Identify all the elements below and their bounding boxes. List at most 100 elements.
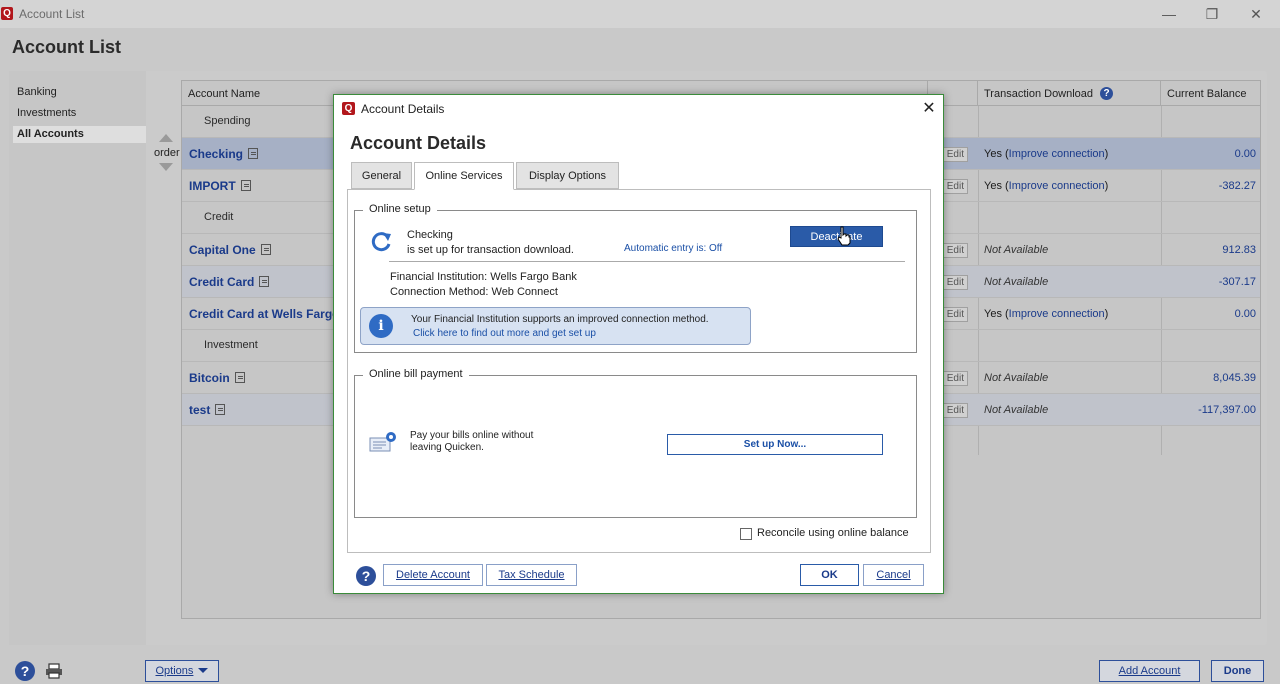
- minimize-button[interactable]: —: [1157, 4, 1181, 24]
- sidebar-item-banking[interactable]: Banking: [13, 84, 57, 101]
- current-balance: -117,397.00: [1198, 404, 1256, 416]
- edit-button[interactable]: Edit: [940, 403, 968, 418]
- divider: [389, 261, 905, 262]
- sidebar: [9, 71, 146, 645]
- transaction-download-status: Yes (Improve connection): [984, 180, 1109, 192]
- current-balance: 0.00: [1234, 308, 1256, 320]
- transaction-download-label: Transaction Download: [984, 88, 1094, 100]
- options-button[interactable]: Options: [145, 660, 219, 682]
- bill-payment-legend: Online bill payment: [363, 368, 469, 380]
- help-icon[interactable]: ?: [1100, 87, 1114, 100]
- bill-payment-line2: leaving Quicken.: [410, 442, 484, 453]
- transaction-download-status: Yes (Improve connection): [984, 148, 1109, 160]
- bill-payment-icon: [369, 432, 396, 452]
- order-control: order: [150, 130, 182, 176]
- improve-connection-link[interactable]: Improve connection: [1009, 308, 1105, 320]
- account-name[interactable]: test: [189, 403, 226, 417]
- help-icon[interactable]: ?: [15, 661, 35, 681]
- help-icon[interactable]: ?: [356, 566, 376, 586]
- tab-display-options[interactable]: Display Options: [516, 162, 619, 189]
- setup-account-name: Checking: [407, 229, 453, 241]
- column-header-transaction-download[interactable]: Transaction Download ?: [978, 81, 1161, 105]
- account-details-dialog: Q Account Details ✕ Account Details Gene…: [333, 94, 944, 594]
- edit-button[interactable]: Edit: [940, 179, 968, 194]
- refresh-icon: [371, 232, 391, 252]
- financial-institution-label: Financial Institution: Wells Fargo Bank: [390, 271, 577, 283]
- add-account-button[interactable]: Add Account: [1099, 660, 1200, 682]
- group-label: Credit: [204, 211, 234, 223]
- tab-online-services[interactable]: Online Services: [414, 162, 514, 190]
- chevron-down-icon: [198, 668, 209, 673]
- sidebar-item-investments[interactable]: Investments: [13, 105, 76, 122]
- improve-connection-link[interactable]: Improve connection: [1009, 148, 1105, 160]
- notes-icon[interactable]: [215, 404, 226, 415]
- move-down-icon[interactable]: [159, 163, 173, 171]
- notes-icon[interactable]: [260, 244, 271, 255]
- bill-payment-line1: Pay your bills online without: [410, 430, 534, 441]
- options-label: Options: [155, 665, 194, 677]
- account-name[interactable]: Capital One: [189, 243, 271, 257]
- current-balance: 8,045.39: [1213, 372, 1256, 384]
- edit-button[interactable]: Edit: [940, 307, 968, 322]
- ok-button[interactable]: OK: [800, 564, 859, 586]
- cancel-button[interactable]: Cancel: [863, 564, 924, 586]
- edit-button[interactable]: Edit: [940, 275, 968, 290]
- edit-button[interactable]: Edit: [940, 243, 968, 258]
- notes-icon[interactable]: [259, 276, 270, 287]
- quicken-logo-icon: Q: [1, 7, 13, 20]
- account-name[interactable]: Checking: [189, 147, 259, 161]
- transaction-download-status: Not Available: [984, 372, 1049, 384]
- tax-schedule-button[interactable]: Tax Schedule: [486, 564, 577, 586]
- quicken-logo-icon: Q: [342, 102, 355, 115]
- notes-icon[interactable]: [248, 148, 259, 159]
- order-label: order: [154, 147, 180, 159]
- page-title: Account List: [12, 37, 122, 57]
- sidebar-item-all-accounts[interactable]: All Accounts: [13, 126, 146, 143]
- account-name[interactable]: IMPORT: [189, 179, 251, 193]
- improved-connection-banner[interactable]: i Your Financial Institution supports an…: [360, 307, 751, 345]
- hand-cursor-icon: [837, 226, 851, 246]
- move-up-icon[interactable]: [159, 134, 173, 142]
- print-icon[interactable]: [45, 663, 63, 679]
- notes-icon[interactable]: [234, 372, 245, 383]
- account-name[interactable]: Credit Card at Wells Fargo B: [189, 307, 351, 321]
- connection-method-label: Connection Method: Web Connect: [390, 286, 558, 298]
- transaction-download-status: Not Available: [984, 244, 1049, 256]
- banner-message: Your Financial Institution supports an i…: [411, 314, 709, 325]
- current-balance: -382.27: [1218, 180, 1256, 192]
- column-header-current-balance[interactable]: Current Balance: [1161, 81, 1261, 105]
- edit-button[interactable]: Edit: [940, 371, 968, 386]
- reconcile-online-balance-label: Reconcile using online balance: [757, 527, 909, 539]
- notes-icon[interactable]: [240, 180, 251, 191]
- edit-button[interactable]: Edit: [940, 147, 968, 162]
- banner-text: Your Financial Institution supports an i…: [411, 313, 709, 341]
- financial-institution-info: Financial Institution: Wells Fargo Bank …: [390, 270, 577, 300]
- close-icon[interactable]: ✕: [919, 99, 939, 119]
- setup-status-text: Checking is set up for transaction downl…: [407, 228, 574, 258]
- group-label: Investment: [204, 339, 258, 351]
- window-title: Account List: [19, 7, 85, 21]
- find-out-more-link[interactable]: Click here to find out more and get set …: [411, 327, 709, 341]
- account-name[interactable]: Credit Card: [189, 275, 270, 289]
- restore-button[interactable]: ❐: [1200, 4, 1224, 24]
- bill-payment-text: Pay your bills online without leaving Qu…: [410, 430, 533, 454]
- automatic-entry-link[interactable]: Automatic entry is: Off: [624, 243, 722, 254]
- current-balance: -307.17: [1218, 276, 1256, 288]
- info-icon: i: [369, 314, 393, 338]
- dialog-heading: Account Details: [350, 133, 487, 153]
- delete-account-button[interactable]: Delete Account: [383, 564, 483, 586]
- current-balance: 0.00: [1234, 148, 1256, 160]
- current-balance: 912.83: [1222, 244, 1256, 256]
- close-window-button[interactable]: ✕: [1244, 4, 1268, 24]
- transaction-download-status: Not Available: [984, 404, 1049, 416]
- dialog-window-title: Account Details: [361, 102, 445, 116]
- setup-status: is set up for transaction download.: [407, 244, 574, 256]
- done-button[interactable]: Done: [1211, 660, 1264, 682]
- improve-connection-link[interactable]: Improve connection: [1009, 180, 1105, 192]
- account-name[interactable]: Bitcoin: [189, 371, 245, 385]
- group-label: Spending: [204, 115, 251, 127]
- tab-general[interactable]: General: [351, 162, 412, 189]
- transaction-download-status: Not Available: [984, 276, 1049, 288]
- set-up-now-button[interactable]: Set up Now...: [667, 434, 883, 455]
- reconcile-online-balance-checkbox[interactable]: [740, 528, 752, 540]
